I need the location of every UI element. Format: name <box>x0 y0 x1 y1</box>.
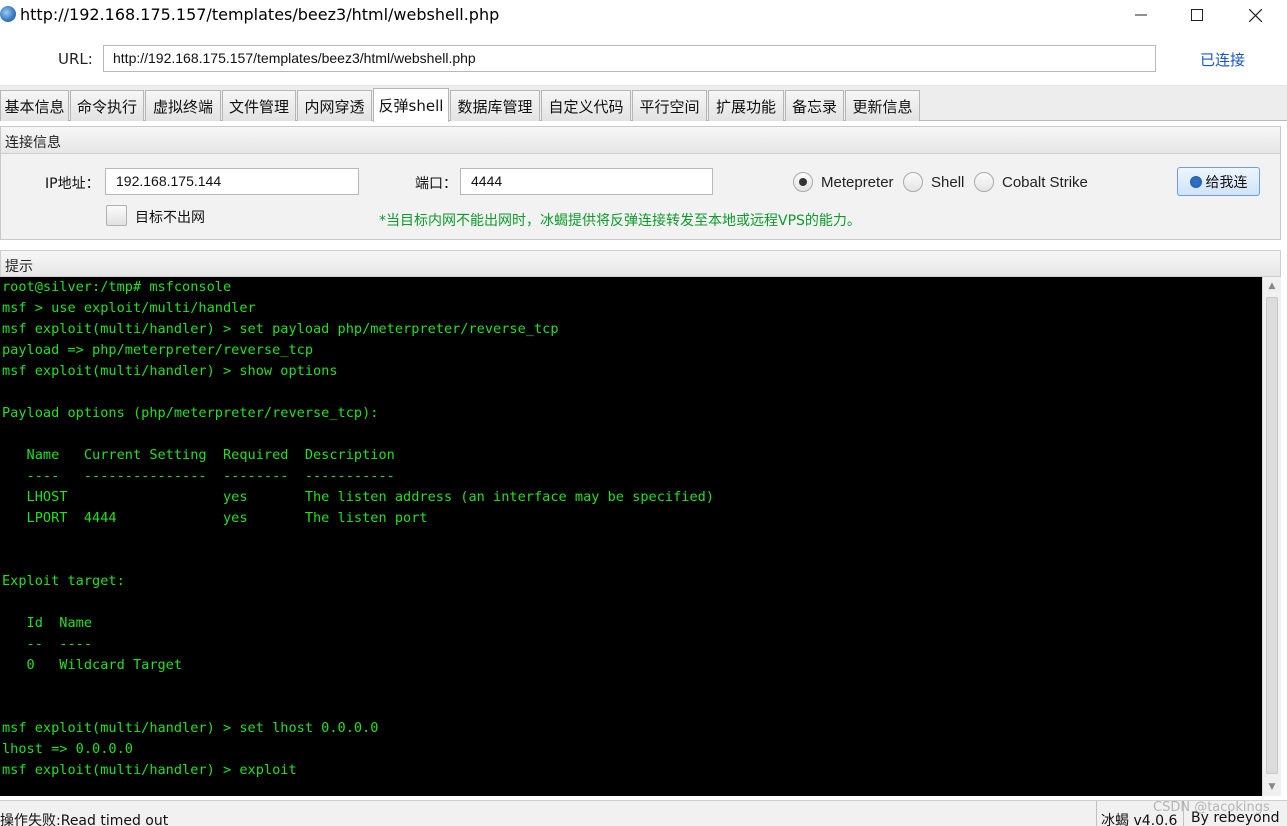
ip-label: IP地址： <box>45 176 100 192</box>
tab-virtual-terminal[interactable]: 虚拟终端 <box>145 90 221 121</box>
terminal-line: Exploit target: <box>2 573 125 589</box>
close-icon <box>1248 8 1262 22</box>
tab-memo[interactable]: 备忘录 <box>785 90 844 121</box>
terminal-line: lhost => 0.0.0.0 <box>2 741 133 757</box>
close-button[interactable] <box>1232 0 1278 30</box>
tab-command-exec[interactable]: 命令执行 <box>70 90 144 121</box>
port-input[interactable]: 4444 <box>460 168 713 195</box>
tab-extensions[interactable]: 扩展功能 <box>708 90 784 121</box>
no-outbound-checkbox[interactable] <box>106 205 127 226</box>
terminal-scrollbar[interactable]: ▲ ▼ <box>1262 277 1281 796</box>
terminal-output[interactable]: root@silver:/tmp# msfconsole msf > use ex… <box>0 277 1262 796</box>
terminal-line: LHOST yes The listen address (an interfa… <box>2 489 715 505</box>
tab-update-info[interactable]: 更新信息 <box>845 90 920 121</box>
status-bar: 操作失败:Read timed out 冰蝎 v4.0.6 By rebeyon… <box>0 800 1287 826</box>
radio-shell[interactable] <box>903 172 923 192</box>
terminal-line: msf exploit(multi/handler) > set payload… <box>2 321 559 337</box>
scroll-up-arrow-icon[interactable]: ▲ <box>1263 277 1281 295</box>
radio-cobalt-strike-label[interactable]: Cobalt Strike <box>1002 174 1088 191</box>
tunnel-hint: *当目标内网不能出网时，冰蝎提供将反弹连接转发至本地或远程VPS的能力。 <box>379 213 861 229</box>
title-bar: http://192.168.175.157/templates/beez3/h… <box>0 0 1287 30</box>
ip-input[interactable]: 192.168.175.144 <box>105 168 359 195</box>
terminal-line: LPORT 4444 yes The listen port <box>2 510 428 526</box>
port-label: 端口： <box>415 176 457 192</box>
scroll-down-arrow-icon[interactable]: ▼ <box>1263 778 1281 796</box>
tab-bar: 基本信息 命令执行 虚拟终端 文件管理 内网穿透 反弹shell 数据库管理 自… <box>0 86 1287 122</box>
terminal-line: Name Current Setting Required Descriptio… <box>2 447 395 463</box>
terminal-line: Payload options (php/meterpreter/reverse… <box>2 405 379 421</box>
app-globe-icon <box>0 6 16 22</box>
tab-reverse-shell[interactable]: 反弹shell <box>373 88 449 122</box>
window-title: http://192.168.175.157/templates/beez3/h… <box>20 5 500 24</box>
radio-metepreter[interactable] <box>793 172 813 192</box>
connection-panel: 连接信息 IP地址： 192.168.175.144 端口： 4444 Mete… <box>0 126 1281 240</box>
tab-custom-code[interactable]: 自定义代码 <box>541 90 631 121</box>
terminal-line: msf exploit(multi/handler) > set lhost 0… <box>2 720 379 736</box>
no-outbound-label[interactable]: 目标不出网 <box>135 207 205 227</box>
connection-status: 已连接 <box>1200 51 1246 69</box>
connect-icon <box>1189 175 1202 188</box>
terminal-line: msf > use exploit/multi/handler <box>2 300 256 316</box>
tab-basic-info[interactable]: 基本信息 <box>0 90 69 121</box>
url-input[interactable]: http://192.168.175.157/templates/beez3/h… <box>103 45 1156 72</box>
watermark: CSDN @tacokings <box>1153 800 1270 815</box>
tab-file-manager[interactable]: 文件管理 <box>222 90 296 121</box>
terminal-line: Id Name <box>2 615 93 631</box>
tab-parallel-space[interactable]: 平行空间 <box>632 90 707 121</box>
tab-database-manager[interactable]: 数据库管理 <box>450 90 540 121</box>
radio-metepreter-label[interactable]: Metepreter <box>821 174 894 191</box>
terminal-line: -- ---- <box>2 636 93 652</box>
tips-panel-header: 提示 <box>0 250 1281 277</box>
minimize-button[interactable] <box>1118 0 1164 30</box>
status-divider <box>1096 801 1097 826</box>
terminal-line: root@silver:/tmp# msfconsole <box>2 279 232 295</box>
connection-panel-header: 连接信息 <box>1 127 1280 154</box>
maximize-button[interactable] <box>1174 0 1220 30</box>
status-message: 操作失败:Read timed out <box>0 813 169 826</box>
radio-cobalt-strike[interactable] <box>974 172 994 192</box>
maximize-icon <box>1191 9 1203 21</box>
connect-button-label: 给我连 <box>1205 174 1248 191</box>
url-row: URL: http://192.168.175.157/templates/be… <box>0 30 1287 86</box>
terminal-line: ---- --------------- -------- ----------… <box>2 468 395 484</box>
terminal-line: 0 Wildcard Target <box>2 657 183 673</box>
terminal-line: msf exploit(multi/handler) > exploit <box>2 762 297 778</box>
url-label: URL: <box>58 50 93 68</box>
minimize-icon <box>1135 14 1147 16</box>
terminal-line: payload => php/meterpreter/reverse_tcp <box>2 342 313 358</box>
connect-button[interactable]: 给我连 <box>1177 167 1260 196</box>
terminal-line: msf exploit(multi/handler) > show option… <box>2 363 338 379</box>
radio-shell-label[interactable]: Shell <box>931 174 964 191</box>
scroll-thumb[interactable] <box>1266 297 1278 774</box>
tab-intranet-tunnel[interactable]: 内网穿透 <box>297 90 372 121</box>
